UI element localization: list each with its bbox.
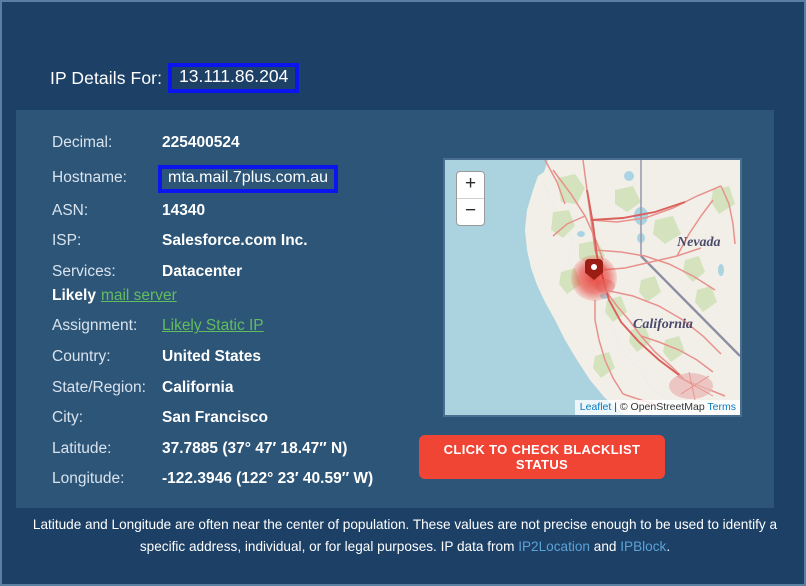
detail-value-longitude: -122.3946 (122° 23′ 40.59″ W) [162, 470, 374, 488]
detail-value-asn: 14340 [162, 201, 206, 219]
ip-details-page: IP Details For: 13.111.86.204 Decimal: 2… [0, 0, 806, 586]
detail-value-decimal: 225400524 [162, 134, 240, 151]
details-card: Decimal: 225400524 Hostname: mta.mail.7p… [16, 110, 774, 508]
detail-key-city: City: [52, 409, 83, 427]
map-zoom-controls[interactable]: + − [456, 171, 485, 226]
detail-value-hostname: mta.mail.7plus.com.au [168, 168, 329, 186]
leaflet-link[interactable]: Leaflet [580, 401, 612, 413]
page-header: IP Details For: 13.111.86.204 [2, 2, 804, 110]
detail-row-likely-service: Likely mail server [52, 287, 442, 317]
detail-key-assignment: Assignment: [52, 317, 138, 335]
detail-key-state: State/Region: [52, 378, 146, 396]
detail-row-latitude: Latitude: 37.7885 (37° 47′ 18.47″ N) [52, 440, 442, 471]
detail-key-latitude: Latitude: [52, 439, 112, 457]
terms-link[interactable]: Terms [707, 401, 736, 413]
map-attribution: Leaflet | © OpenStreetMap Terms [574, 400, 740, 415]
detail-row-decimal: Decimal: 225400524 [52, 134, 442, 165]
footer-disclaimer: Latitude and Longitude are often near th… [2, 514, 804, 558]
footer-text-part2: and [590, 539, 621, 554]
details-list: Decimal: 225400524 Hostname: mta.mail.7p… [52, 134, 442, 501]
map-label-nevada: Nevada [676, 235, 721, 250]
detail-key-longitude: Longitude: [52, 470, 125, 488]
detail-row-country: Country: United States [52, 348, 442, 379]
detail-value-country: United States [162, 347, 262, 365]
footer-text-part3: . [666, 539, 671, 554]
ip-details-label: IP Details For: [50, 67, 163, 88]
detail-value-city: San Francisco [162, 409, 268, 427]
attribution-separator: | © [611, 401, 631, 413]
detail-key-asn: ASN: [52, 201, 89, 219]
detail-row-asn: ASN: 14340 [52, 202, 442, 233]
detail-value-isp: Salesforce.com Inc. [162, 232, 308, 250]
hostname-highlight-box: mta.mail.7plus.com.au [158, 164, 339, 194]
detail-value-services: Datacenter [162, 262, 243, 280]
assignment-link[interactable]: Likely Static IP [162, 317, 264, 335]
detail-row-longitude: Longitude: -122.3946 (122° 23′ 40.59″ W) [52, 470, 442, 501]
zoom-in-button[interactable]: + [457, 172, 484, 199]
map-label-california: California [633, 317, 693, 332]
detail-value-state: California [162, 378, 234, 396]
detail-key-isp: ISP: [52, 232, 82, 250]
detail-value-latitude: 37.7885 (37° 47′ 18.47″ N) [162, 439, 348, 457]
ip-address-highlight-box: 13.111.86.204 [168, 63, 300, 93]
likely-prefix-label: Likely [52, 287, 96, 305]
detail-row-city: City: San Francisco [52, 409, 442, 440]
zoom-out-button[interactable]: − [457, 199, 484, 225]
detail-key-services: Services: [52, 262, 116, 280]
detail-key-decimal: Decimal: [52, 134, 113, 151]
ipblock-link[interactable]: IPBlock [620, 539, 666, 554]
page-title: IP Details For: 13.111.86.204 [50, 62, 300, 94]
detail-row-state: State/Region: California [52, 379, 442, 410]
detail-row-isp: ISP: Salesforce.com Inc. [52, 232, 442, 263]
mail-server-link[interactable]: mail server [101, 287, 177, 305]
ip2location-link[interactable]: IP2Location [518, 539, 590, 554]
detail-key-country: Country: [52, 347, 111, 365]
location-map[interactable]: Nevada California + − Leaflet | © OpenSt… [443, 158, 742, 417]
detail-row-hostname: Hostname: mta.mail.7plus.com.au [52, 164, 442, 202]
ip-address-value: 13.111.86.204 [179, 66, 289, 86]
detail-key-hostname: Hostname: [52, 168, 127, 186]
location-marker-icon [571, 255, 617, 301]
check-blacklist-button[interactable]: CLICK TO CHECK BLACKLIST STATUS [419, 435, 665, 479]
detail-row-assignment: Assignment: Likely Static IP [52, 317, 442, 348]
openstreetmap-label: OpenStreetMap [630, 401, 705, 413]
